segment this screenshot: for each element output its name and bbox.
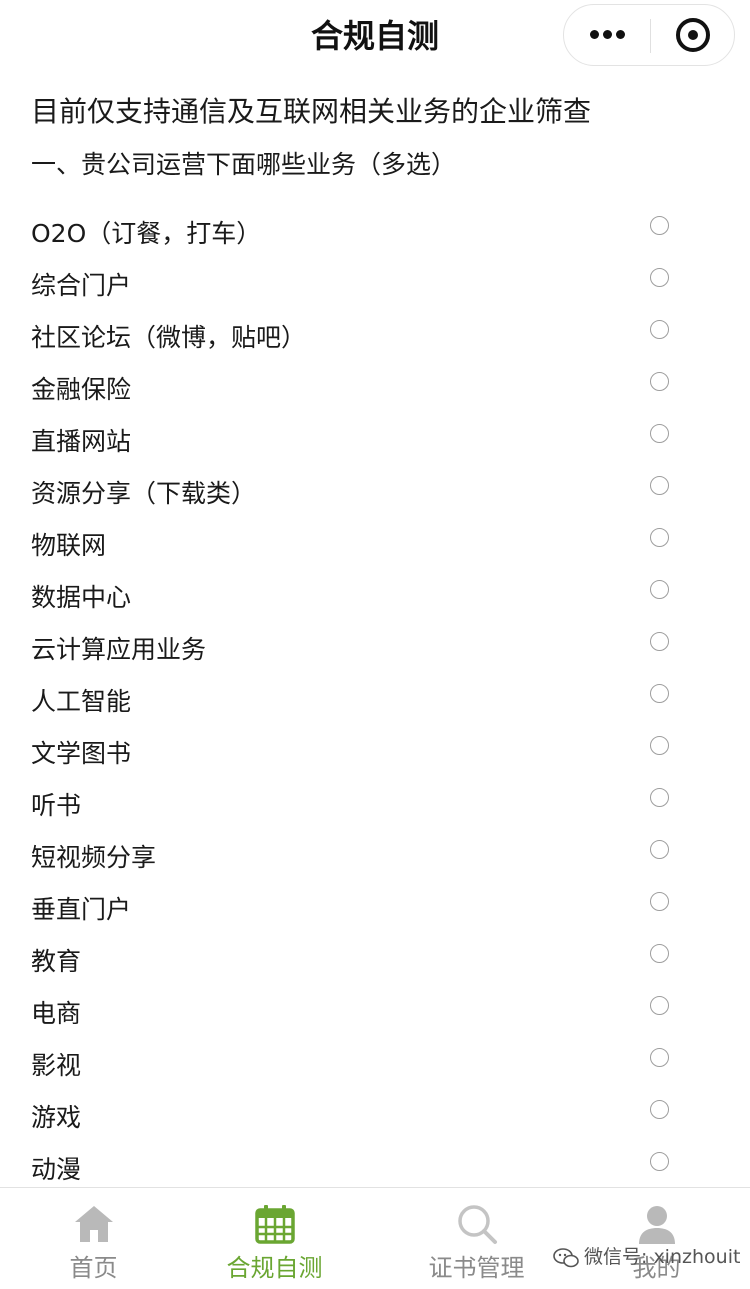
option-label: 动漫 bbox=[31, 1155, 82, 1184]
more-dots-icon bbox=[616, 30, 625, 39]
more-dots-icon bbox=[590, 30, 599, 39]
radio-button[interactable] bbox=[650, 1048, 669, 1067]
radio-button[interactable] bbox=[650, 320, 669, 339]
option-item[interactable]: 直播网站 bbox=[0, 416, 750, 468]
radio-button[interactable] bbox=[650, 476, 669, 495]
close-circle-icon bbox=[688, 30, 698, 40]
radio-button[interactable] bbox=[650, 892, 669, 911]
option-label: 文学图书 bbox=[31, 739, 132, 768]
option-label: 社区论坛（微博，贴吧） bbox=[31, 323, 307, 352]
radio-button[interactable] bbox=[650, 1152, 669, 1171]
option-item[interactable]: O2O（订餐，打车） bbox=[0, 208, 750, 260]
tab-compliance-test[interactable]: 合规自测 bbox=[181, 1188, 368, 1289]
option-item[interactable]: 数据中心 bbox=[0, 572, 750, 624]
option-label: 人工智能 bbox=[31, 687, 132, 716]
option-label: 金融保险 bbox=[31, 375, 132, 404]
radio-button[interactable] bbox=[650, 580, 669, 599]
option-item[interactable]: 听书 bbox=[0, 780, 750, 832]
question-title: 一、贵公司运营下面哪些业务（多选） bbox=[31, 150, 457, 179]
radio-button[interactable] bbox=[650, 788, 669, 807]
tab-label: 合规自测 bbox=[226, 1254, 323, 1282]
tab-certificate-management[interactable]: 证书管理 bbox=[383, 1188, 570, 1289]
search-icon bbox=[457, 1205, 497, 1244]
user-icon bbox=[638, 1206, 675, 1244]
radio-button[interactable] bbox=[650, 996, 669, 1015]
option-label: 游戏 bbox=[31, 1103, 82, 1132]
option-label: 物联网 bbox=[31, 531, 107, 560]
tab-home[interactable]: 首页 bbox=[0, 1188, 187, 1289]
option-item[interactable]: 垂直门户 bbox=[0, 884, 750, 936]
intro-text: 目前仅支持通信及互联网相关业务的企业筛查 bbox=[31, 95, 592, 128]
option-label: 资源分享（下载类） bbox=[31, 479, 257, 508]
option-item[interactable]: 物联网 bbox=[0, 520, 750, 572]
close-button[interactable] bbox=[651, 5, 735, 65]
option-item[interactable]: 综合门户 bbox=[0, 260, 750, 312]
more-button[interactable] bbox=[564, 5, 650, 65]
option-item[interactable]: 游戏 bbox=[0, 1092, 750, 1144]
radio-button[interactable] bbox=[650, 528, 669, 547]
option-label: 直播网站 bbox=[31, 427, 132, 456]
home-icon bbox=[74, 1206, 113, 1242]
tab-mine[interactable]: 我的 bbox=[563, 1188, 750, 1289]
option-label: O2O（订餐，打车） bbox=[31, 219, 262, 248]
option-label: 垂直门户 bbox=[31, 895, 132, 924]
radio-button[interactable] bbox=[650, 736, 669, 755]
watermark-text: 微信号: xinzhouit bbox=[584, 1246, 741, 1268]
option-label: 教育 bbox=[31, 947, 82, 976]
watermark: 微信号: xinzhouit bbox=[552, 1242, 740, 1272]
option-item[interactable]: 金融保险 bbox=[0, 364, 750, 416]
nav-bar: 合规自测 bbox=[0, 0, 750, 72]
option-item[interactable]: 人工智能 bbox=[0, 676, 750, 728]
radio-button[interactable] bbox=[650, 684, 669, 703]
option-list: O2O（订餐，打车） 综合门户 社区论坛（微博，贴吧） 金融保险 直播网站 资源… bbox=[0, 208, 750, 1196]
radio-button[interactable] bbox=[650, 840, 669, 859]
radio-button[interactable] bbox=[650, 216, 669, 235]
tab-label: 首页 bbox=[69, 1254, 118, 1282]
option-item[interactable]: 文学图书 bbox=[0, 728, 750, 780]
radio-button[interactable] bbox=[650, 268, 669, 287]
option-item[interactable]: 影视 bbox=[0, 1040, 750, 1092]
option-item[interactable]: 社区论坛（微博，贴吧） bbox=[0, 312, 750, 364]
option-label: 综合门户 bbox=[31, 271, 132, 300]
option-item[interactable]: 电商 bbox=[0, 988, 750, 1040]
calendar-icon bbox=[254, 1205, 295, 1244]
radio-button[interactable] bbox=[650, 372, 669, 391]
radio-button[interactable] bbox=[650, 1100, 669, 1119]
tab-bar: 首页 合规自测 证书管理 我的 bbox=[0, 1187, 750, 1289]
option-item[interactable]: 资源分享（下载类） bbox=[0, 468, 750, 520]
radio-button[interactable] bbox=[650, 944, 669, 963]
option-item[interactable]: 短视频分享 bbox=[0, 832, 750, 884]
option-label: 短视频分享 bbox=[31, 843, 157, 872]
option-label: 影视 bbox=[31, 1051, 82, 1080]
option-label: 数据中心 bbox=[31, 583, 132, 612]
option-label: 电商 bbox=[31, 999, 82, 1028]
tab-label: 证书管理 bbox=[428, 1254, 525, 1282]
option-label: 云计算应用业务 bbox=[31, 635, 207, 664]
option-item[interactable]: 教育 bbox=[0, 936, 750, 988]
menu-capsule bbox=[563, 4, 735, 66]
option-item[interactable]: 云计算应用业务 bbox=[0, 624, 750, 676]
wechat-icon bbox=[553, 1247, 579, 1267]
more-dots-icon bbox=[603, 30, 612, 39]
radio-button[interactable] bbox=[650, 632, 669, 651]
mini-program-page: 合规自测 目前仅支持通信及互联网相关业务的企业筛查 一、贵公司运营下面哪些业务（… bbox=[0, 0, 750, 1289]
radio-button[interactable] bbox=[650, 424, 669, 443]
option-label: 听书 bbox=[31, 791, 82, 820]
